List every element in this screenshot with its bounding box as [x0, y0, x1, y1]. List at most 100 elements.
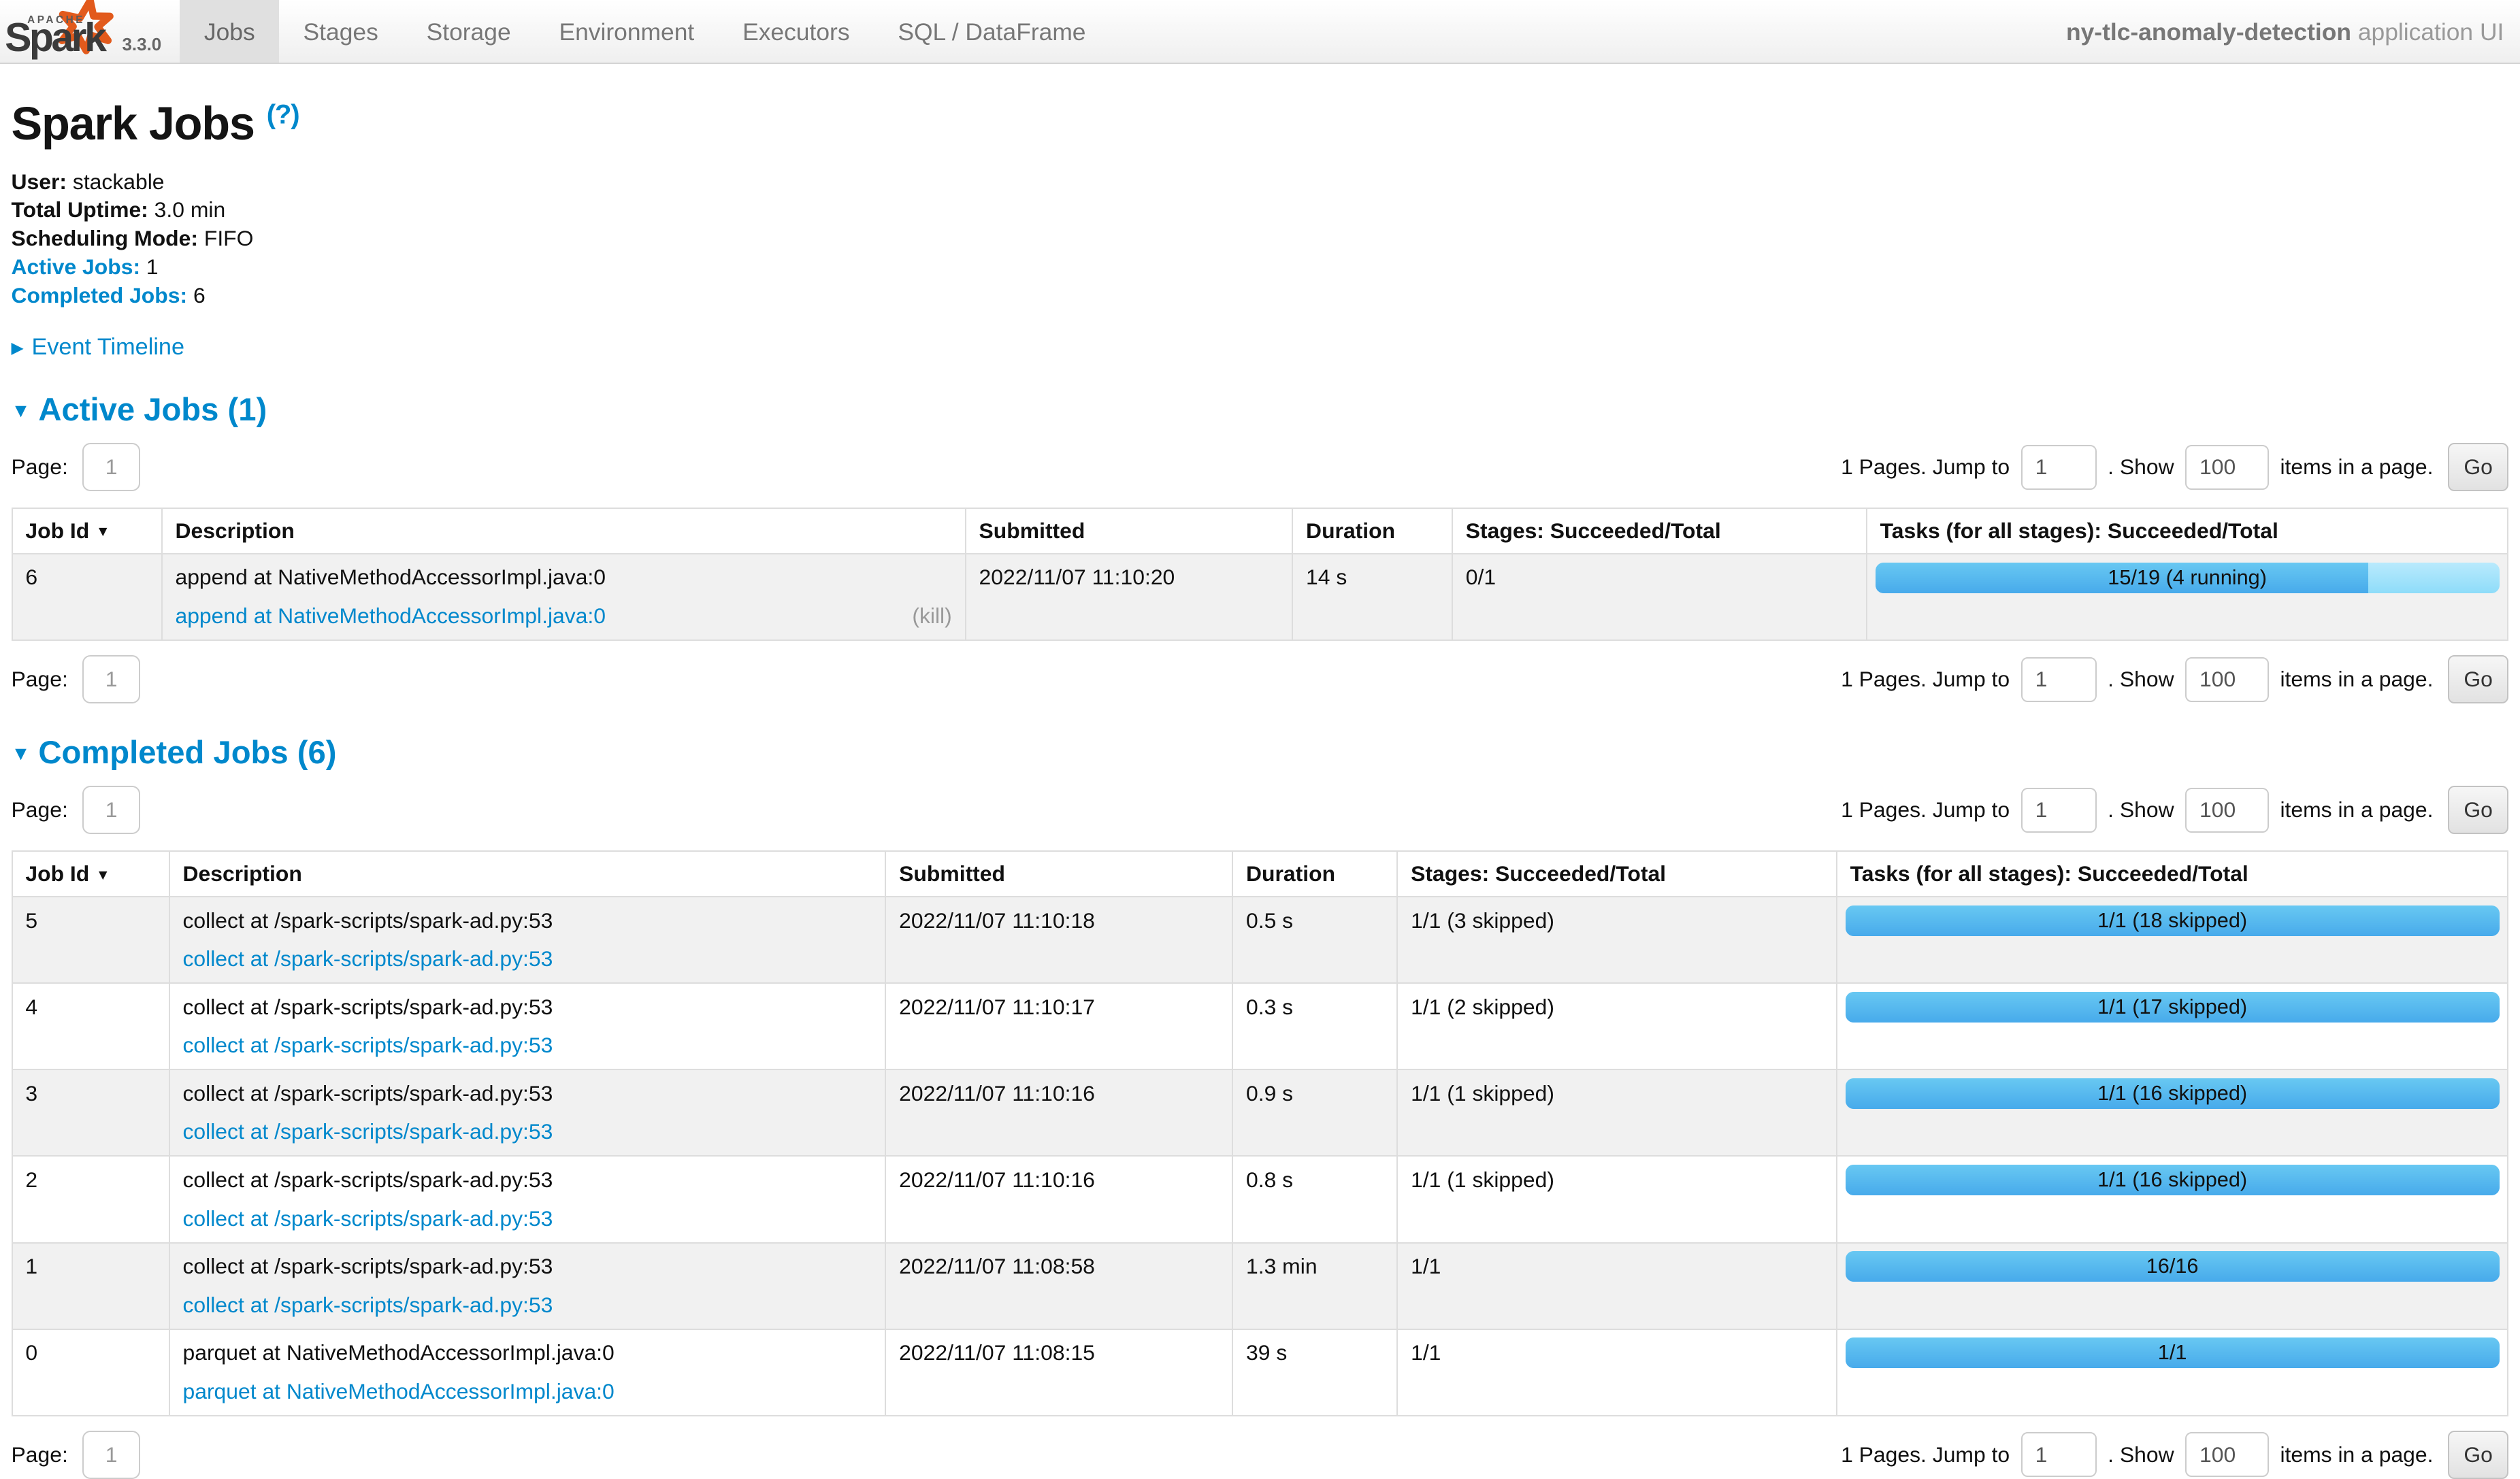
job-stages-cell: 1/1 (2 skipped) [1397, 983, 1837, 1069]
col-submitted[interactable]: Submitted [966, 508, 1293, 554]
completed-job-row: 2 collect at /spark-scripts/spark-ad.py:… [12, 1156, 2508, 1242]
job-detail-link[interactable]: collect at /spark-scripts/spark-ad.py:53 [182, 1033, 553, 1057]
completed-jobs-heading[interactable]: ▼Completed Jobs (6) [12, 734, 2509, 771]
job-description-cell: collect at /spark-scripts/spark-ad.py:53… [169, 983, 886, 1069]
job-description-text: collect at /spark-scripts/spark-ad.py:53 [182, 995, 872, 1019]
active-jobs-pagination-top: Page: 1 Pages. Jump to . Show items in a… [12, 443, 2509, 491]
job-tasks-cell: 1/1 (17 skipped) [1837, 983, 2508, 1069]
job-stages-cell: 1/1 [1397, 1329, 1837, 1416]
completed-job-row: 3 collect at /spark-scripts/spark-ad.py:… [12, 1069, 2508, 1156]
go-button[interactable]: Go [2448, 655, 2509, 703]
job-duration-cell: 0.5 s [1232, 897, 1397, 983]
items-text: items in a page. [2280, 1442, 2433, 1467]
job-description-text: collect at /spark-scripts/spark-ad.py:53 [182, 1082, 872, 1106]
job-id-cell: 6 [12, 554, 162, 640]
show-text: . Show [2108, 797, 2174, 822]
job-detail-link[interactable]: collect at /spark-scripts/spark-ad.py:53 [182, 1293, 553, 1317]
job-description-text: collect at /spark-scripts/spark-ad.py:53 [182, 1254, 872, 1278]
job-description-text: append at NativeMethodAccessorImpl.java:… [175, 565, 951, 589]
job-detail-link[interactable]: collect at /spark-scripts/spark-ad.py:53 [182, 1119, 553, 1144]
col-job-id[interactable]: Job Id▼ [12, 508, 162, 554]
active-jobs-heading[interactable]: ▼Active Jobs (1) [12, 391, 2509, 429]
job-description-cell: collect at /spark-scripts/spark-ad.py:53… [169, 1069, 886, 1156]
job-submitted-cell: 2022/11/07 11:10:17 [885, 983, 1232, 1069]
job-detail-link[interactable]: collect at /spark-scripts/spark-ad.py:53 [182, 1206, 553, 1231]
job-detail-link[interactable]: parquet at NativeMethodAccessorImpl.java… [182, 1379, 614, 1403]
kill-job-link[interactable]: (kill) [912, 604, 951, 628]
page-title: Spark Jobs (?) [12, 97, 2509, 150]
items-text: items in a page. [2280, 797, 2433, 822]
help-link[interactable]: (?) [267, 99, 299, 129]
job-id-cell: 1 [12, 1243, 169, 1329]
items-per-page-input[interactable] [2185, 788, 2269, 833]
job-summary: User: stackable Total Uptime: 3.0 min Sc… [12, 168, 2509, 310]
col-stages[interactable]: Stages: Succeeded/Total [1397, 851, 1837, 897]
summary-completed-jobs: Completed Jobs: 6 [12, 282, 2509, 310]
summary-user: User: stackable [12, 168, 2509, 197]
top-navbar: APACHE Spark 3.3.0 Jobs Stages Storage E… [0, 0, 2520, 64]
job-description-text: parquet at NativeMethodAccessorImpl.java… [182, 1341, 872, 1365]
page-number-input[interactable] [82, 1431, 140, 1479]
completed-jobs-table: Job Id▼ Description Submitted Duration S… [12, 850, 2509, 1416]
col-stages[interactable]: Stages: Succeeded/Total [1452, 508, 1867, 554]
tab-executors[interactable]: Executors [719, 0, 874, 63]
tab-stages[interactable]: Stages [279, 0, 402, 63]
col-tasks[interactable]: Tasks (for all stages): Succeeded/Total [1837, 851, 2508, 897]
items-per-page-input[interactable] [2185, 445, 2269, 490]
job-submitted-cell: 2022/11/07 11:10:20 [966, 554, 1293, 640]
job-duration-cell: 0.8 s [1232, 1156, 1397, 1242]
col-description[interactable]: Description [169, 851, 886, 897]
completed-jobs-link[interactable]: Completed Jobs: [12, 283, 188, 308]
col-description[interactable]: Description [162, 508, 966, 554]
summary-active-jobs: Active Jobs: 1 [12, 253, 2509, 282]
jump-to-page-input[interactable] [2021, 445, 2097, 490]
job-description-text: collect at /spark-scripts/spark-ad.py:53 [182, 909, 872, 933]
job-id-cell: 0 [12, 1329, 169, 1416]
tab-sql-dataframe[interactable]: SQL / DataFrame [874, 0, 1110, 63]
go-button[interactable]: Go [2448, 443, 2509, 491]
tab-jobs[interactable]: Jobs [180, 0, 279, 63]
tasks-progress-bar: 1/1 (17 skipped) [1846, 992, 2500, 1023]
job-duration-cell: 14 s [1292, 554, 1452, 640]
job-detail-link[interactable]: collect at /spark-scripts/spark-ad.py:53 [182, 946, 553, 971]
event-timeline-toggle[interactable]: ▶Event Timeline [12, 334, 2509, 361]
items-per-page-input[interactable] [2185, 1432, 2269, 1477]
page-number-input[interactable] [82, 786, 140, 834]
col-duration[interactable]: Duration [1292, 508, 1452, 554]
spark-brand-label: Spark [5, 14, 104, 61]
jump-to-page-input[interactable] [2021, 657, 2097, 702]
job-id-cell: 5 [12, 897, 169, 983]
col-tasks[interactable]: Tasks (for all stages): Succeeded/Total [1867, 508, 2508, 554]
active-jobs-link[interactable]: Active Jobs: [12, 254, 141, 279]
col-job-id[interactable]: Job Id▼ [12, 851, 169, 897]
pages-jump-text: 1 Pages. Jump to [1841, 667, 2010, 692]
job-detail-link[interactable]: append at NativeMethodAccessorImpl.java:… [175, 603, 606, 628]
col-duration[interactable]: Duration [1232, 851, 1397, 897]
table-header-row: Job Id▼ Description Submitted Duration S… [12, 508, 2508, 554]
items-text: items in a page. [2280, 454, 2433, 480]
sort-desc-icon: ▼ [96, 867, 110, 883]
go-button[interactable]: Go [2448, 1431, 2509, 1479]
col-submitted[interactable]: Submitted [885, 851, 1232, 897]
job-tasks-cell: 1/1 (16 skipped) [1837, 1156, 2508, 1242]
summary-scheduling-mode: Scheduling Mode: FIFO [12, 225, 2509, 253]
page-number-input[interactable] [82, 443, 140, 491]
job-description-cell: collect at /spark-scripts/spark-ad.py:53… [169, 1156, 886, 1242]
tasks-progress-bar: 1/1 (16 skipped) [1846, 1165, 2500, 1195]
show-text: . Show [2108, 1442, 2174, 1467]
page-number-input[interactable] [82, 655, 140, 703]
tab-storage[interactable]: Storage [402, 0, 535, 63]
table-header-row: Job Id▼ Description Submitted Duration S… [12, 851, 2508, 897]
collapsed-arrow-icon: ▶ [12, 339, 24, 357]
jump-to-page-input[interactable] [2021, 788, 2097, 833]
tasks-progress-bar: 1/1 (18 skipped) [1846, 905, 2500, 936]
jump-to-page-input[interactable] [2021, 1432, 2097, 1477]
items-per-page-input[interactable] [2185, 657, 2269, 702]
go-button[interactable]: Go [2448, 786, 2509, 834]
page-label: Page: [12, 454, 68, 480]
show-text: . Show [2108, 667, 2174, 692]
job-description-text: collect at /spark-scripts/spark-ad.py:53 [182, 1168, 872, 1192]
tasks-progress-label: 1/1 [1846, 1337, 2500, 1368]
tab-environment[interactable]: Environment [535, 0, 719, 63]
expanded-arrow-icon: ▼ [12, 400, 31, 422]
